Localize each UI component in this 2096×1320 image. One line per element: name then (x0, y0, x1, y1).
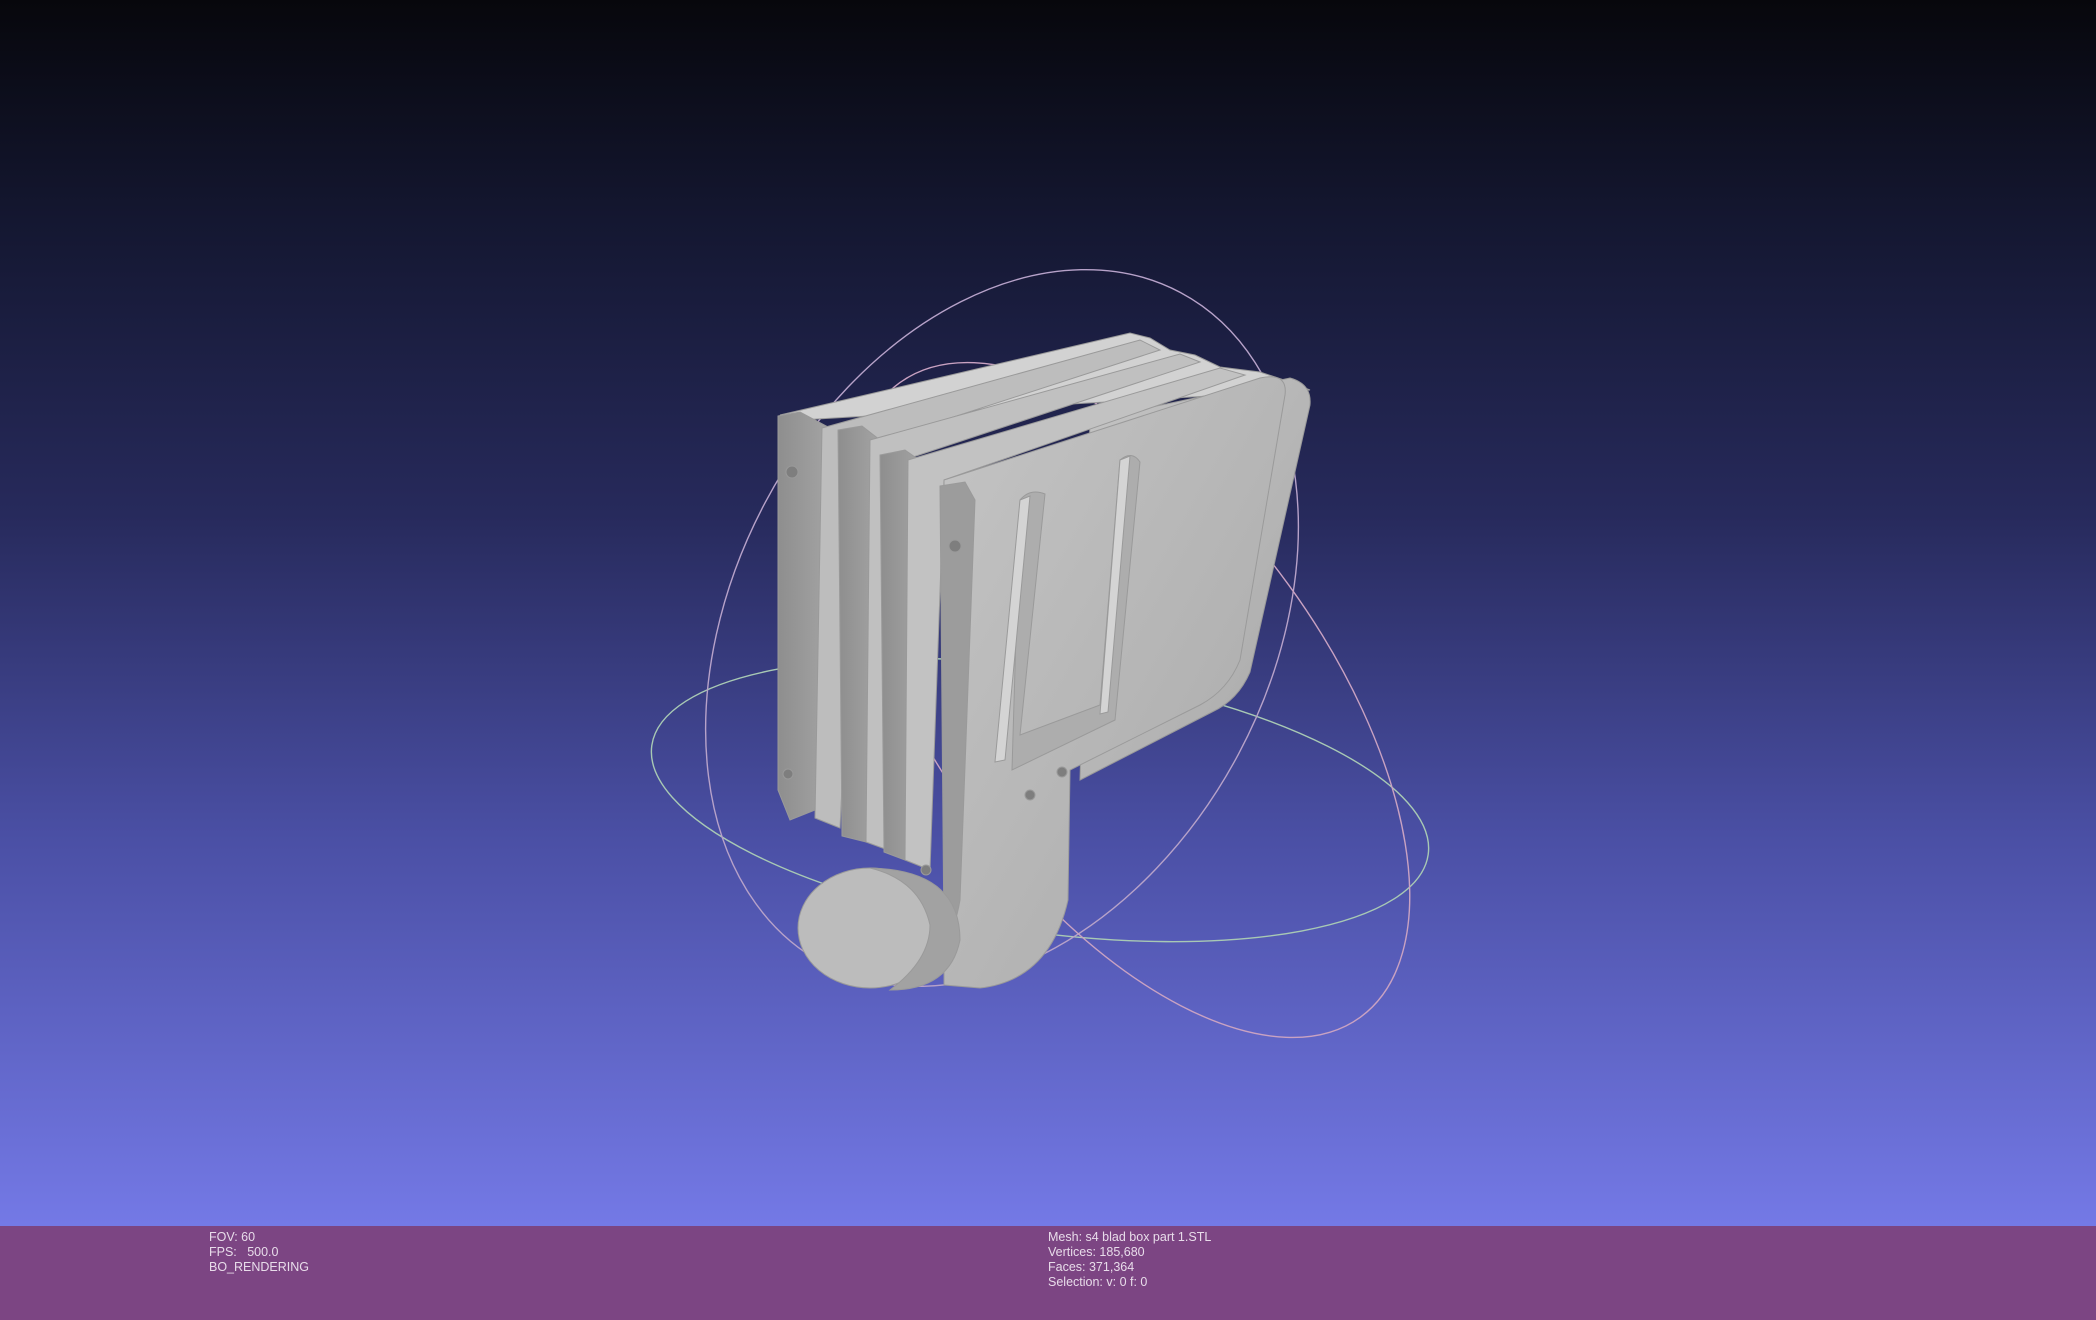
model-scene[interactable] (0, 0, 2096, 1226)
fov-readout: FOV: 60 (209, 1230, 256, 1244)
mesh-model[interactable] (777, 332, 1311, 991)
render-info: FOV: 60 FPS: 500.0 BO_RENDERING (209, 1230, 309, 1275)
faces-readout: Faces: 371,364 (1048, 1260, 1135, 1274)
mount-hole (948, 539, 962, 553)
mount-hole (1024, 789, 1036, 801)
fps-readout: FPS: 500.0 (209, 1245, 279, 1259)
mesh-info: Mesh: s4 blad box part 1.STL Vertices: 1… (1048, 1230, 1211, 1290)
mount-hole (782, 768, 794, 780)
3d-viewport[interactable] (0, 0, 2096, 1226)
render-mode-readout: BO_RENDERING (209, 1260, 310, 1274)
selection-readout: Selection: v: 0 f: 0 (1048, 1275, 1148, 1289)
mesh-name-readout: Mesh: s4 blad box part 1.STL (1048, 1230, 1212, 1244)
vertices-readout: Vertices: 185,680 (1048, 1245, 1145, 1259)
mount-hole (920, 864, 932, 876)
mount-hole (785, 465, 799, 479)
mount-hole (1056, 766, 1068, 778)
status-bar: FOV: 60 FPS: 500.0 BO_RENDERING Mesh: s4… (0, 1226, 2096, 1320)
